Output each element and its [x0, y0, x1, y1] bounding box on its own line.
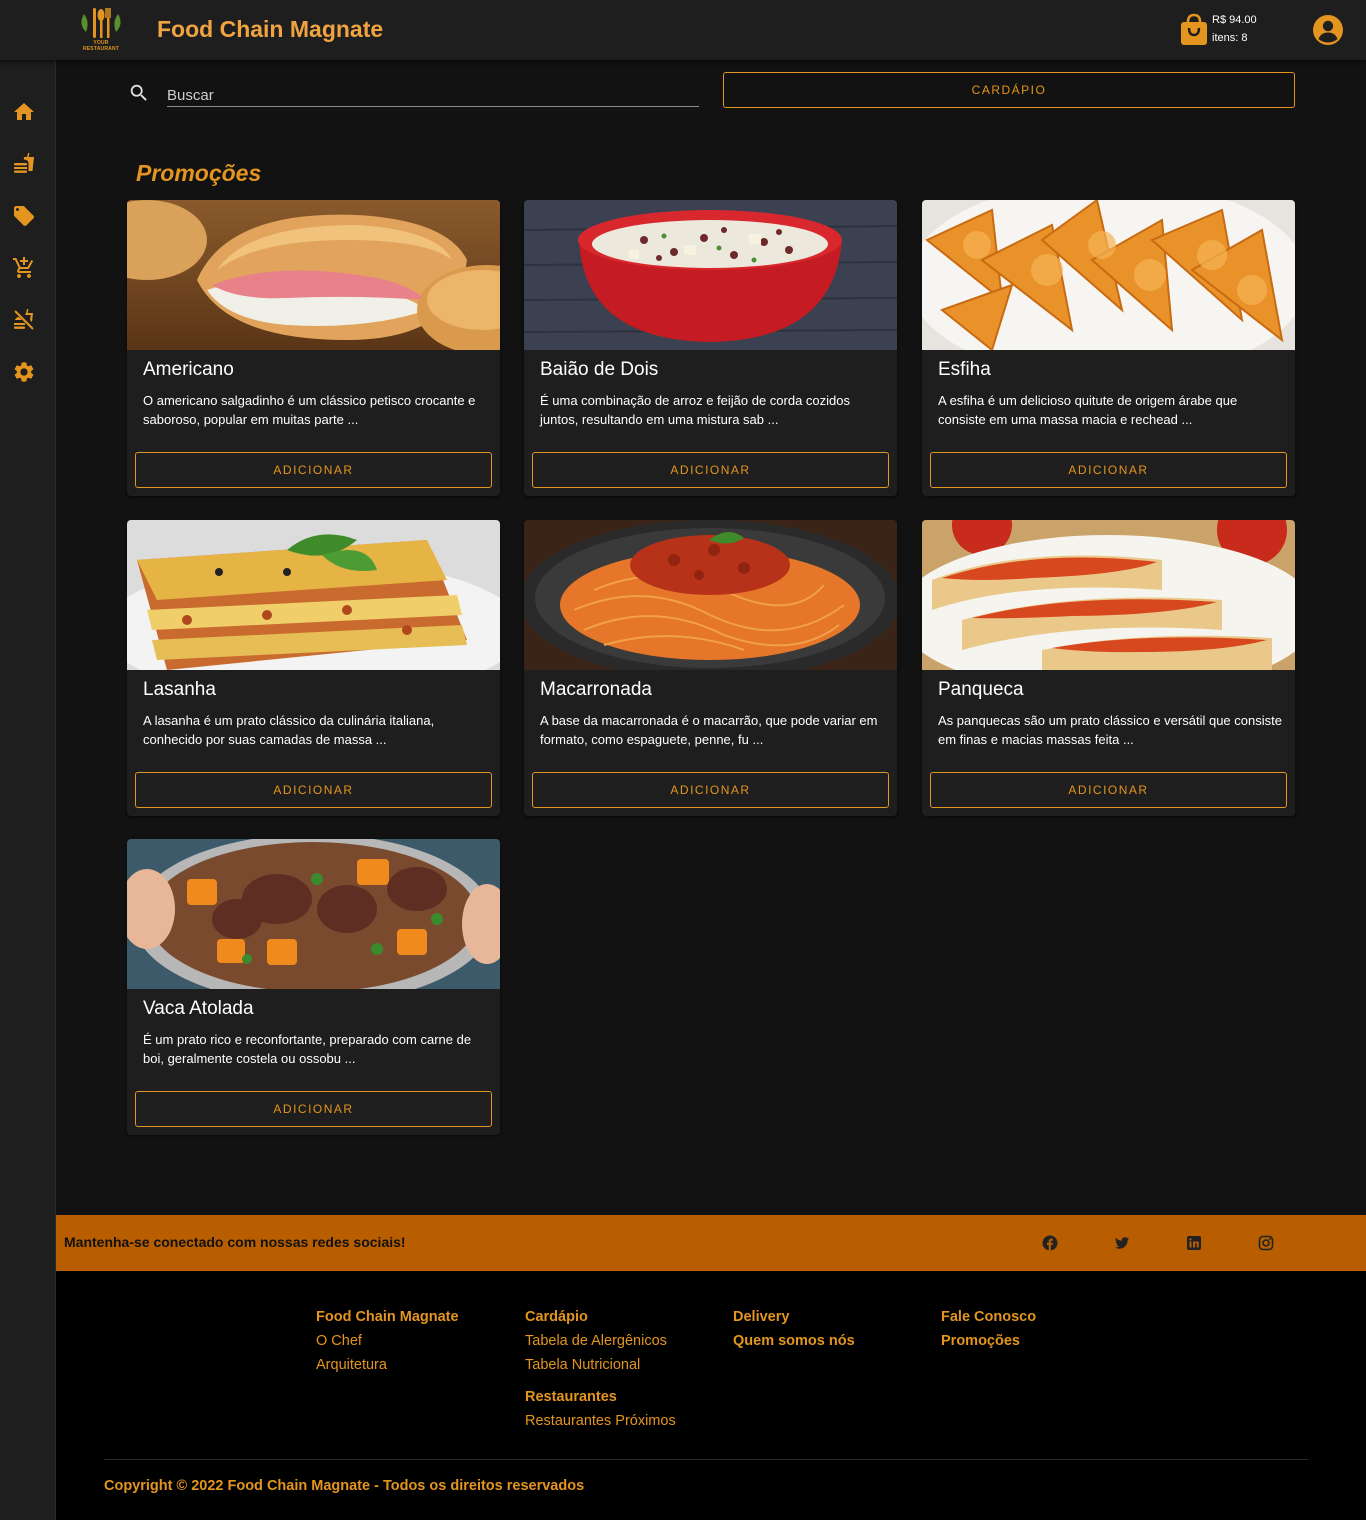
shopping-bag-icon: [1181, 13, 1207, 45]
add-to-cart-button[interactable]: ADICIONAR: [135, 1091, 492, 1127]
product-card: Baião de Dois É uma combinação de arroz …: [524, 200, 897, 496]
add-to-cart-button[interactable]: ADICIONAR: [532, 452, 889, 488]
footer-column: Food Chain Magnate O Chef Arquitetura: [316, 1305, 459, 1377]
product-description: A lasanha é um prato clássico da culinár…: [143, 713, 435, 747]
app-title[interactable]: Food Chain Magnate: [157, 16, 383, 43]
add-shopping-cart-icon: [13, 257, 34, 278]
sidebar-item-promotions[interactable]: [12, 204, 36, 228]
search-icon: [130, 84, 147, 101]
menu-button[interactable]: CARDÁPIO: [723, 72, 1295, 108]
linkedin-link[interactable]: [1186, 1235, 1202, 1251]
twitter-link[interactable]: [1114, 1235, 1130, 1251]
copyright: Copyright © 2022 Food Chain Magnate - To…: [104, 1478, 585, 1494]
product-card: Lasanha A lasanha é um prato clássico da…: [127, 520, 500, 816]
tag-icon: [14, 206, 34, 226]
cart-total: R$ 94.00: [1212, 14, 1257, 26]
product-card: Macarronada A base da macarronada é o ma…: [524, 520, 897, 816]
footer-link[interactable]: Arquitetura: [316, 1353, 459, 1377]
product-card: Esfiha A esfiha é um delicioso quitute d…: [922, 200, 1295, 496]
product-title: Macarronada: [540, 679, 652, 700]
logo-text: YOUR RESTAURANT: [82, 40, 120, 52]
twitter-icon: [1115, 1237, 1129, 1249]
add-to-cart-button[interactable]: ADICIONAR: [135, 452, 492, 488]
product-title: Americano: [143, 359, 234, 380]
product-image: [922, 200, 1295, 350]
product-description: É um prato rico e reconfortante, prepara…: [143, 1032, 472, 1066]
footer-link[interactable]: Tabela Nutricional: [525, 1353, 676, 1377]
footer-link[interactable]: Promoções: [941, 1329, 1036, 1353]
footer-link[interactable]: Tabela de Alergênicos: [525, 1329, 676, 1353]
footer-link[interactable]: Quem somos nós: [733, 1329, 855, 1353]
product-description: A esfiha é um delicioso quitute de orige…: [938, 393, 1238, 427]
fastfood-icon: [14, 153, 34, 173]
restaurant-logo[interactable]: YOUR RESTAURANT: [76, 6, 126, 52]
product-image: [524, 520, 897, 670]
cart-summary[interactable]: R$ 94.00 itens: 8: [1180, 12, 1270, 48]
product-card: Vaca Atolada É um prato rico e reconfort…: [127, 839, 500, 1135]
sidebar-item-cart[interactable]: [12, 256, 36, 280]
add-to-cart-button[interactable]: ADICIONAR: [135, 772, 492, 808]
sidebar-item-home[interactable]: [12, 100, 36, 124]
product-image: [127, 520, 500, 670]
footer-link[interactable]: Cardápio: [525, 1305, 676, 1329]
product-title: Esfiha: [938, 359, 991, 380]
footer-column: Cardápio Tabela de Alergênicos Tabela Nu…: [525, 1305, 676, 1433]
section-title: Promoções: [136, 160, 262, 186]
gear-icon: [14, 362, 34, 382]
product-title: Vaca Atolada: [143, 998, 254, 1019]
footer-link[interactable]: Restaurantes: [525, 1385, 676, 1409]
facebook-link[interactable]: [1042, 1235, 1058, 1251]
sidebar-item-settings[interactable]: [12, 360, 36, 384]
account-circle-icon[interactable]: [1312, 14, 1344, 46]
footer-column: Fale Conosco Promoções: [941, 1305, 1036, 1353]
footer-link[interactable]: Food Chain Magnate: [316, 1305, 459, 1329]
product-description: É uma combinação de arroz e feijão de co…: [540, 393, 851, 427]
home-icon: [14, 103, 34, 120]
social-text: Mantenha-se conectado com nossas redes s…: [64, 1234, 406, 1250]
linkedin-icon: [1187, 1236, 1201, 1250]
product-title: Baião de Dois: [540, 359, 659, 380]
footer-divider: [104, 1459, 1308, 1460]
cart-item-count: itens: 8: [1212, 32, 1248, 44]
add-to-cart-button[interactable]: ADICIONAR: [930, 452, 1287, 488]
product-description: As panquecas são um prato clássico e ver…: [938, 713, 1282, 747]
facebook-icon: [1042, 1235, 1058, 1251]
product-description: O americano salgadinho é um clássico pet…: [143, 393, 476, 427]
add-to-cart-button[interactable]: ADICIONAR: [930, 772, 1287, 808]
instagram-link[interactable]: [1258, 1235, 1274, 1251]
product-description: A base da macarronada é o macarrão, que …: [540, 713, 878, 747]
footer-link[interactable]: Delivery: [733, 1305, 855, 1329]
product-card: Panqueca As panquecas são um prato cláss…: [922, 520, 1295, 816]
product-card: Americano O americano salgadinho é um cl…: [127, 200, 500, 496]
sidebar-item-fastfood[interactable]: [12, 152, 36, 176]
footer-link[interactable]: Fale Conosco: [941, 1305, 1036, 1329]
top-app-bar: YOUR RESTAURANT Food Chain Magnate R$ 94…: [0, 0, 1366, 60]
footer-link[interactable]: O Chef: [316, 1329, 459, 1353]
add-to-cart-button[interactable]: ADICIONAR: [532, 772, 889, 808]
product-image: [922, 520, 1295, 670]
product-title: Panqueca: [938, 679, 1024, 700]
sidebar: [0, 60, 56, 1520]
footer-link[interactable]: Restaurantes Próximos: [525, 1409, 676, 1433]
product-title: Lasanha: [143, 679, 216, 700]
search-input[interactable]: [167, 80, 699, 107]
product-image: [524, 200, 897, 350]
social-bar: Mantenha-se conectado com nossas redes s…: [56, 1215, 1366, 1271]
no-food-icon: [14, 309, 34, 330]
product-image: [127, 839, 500, 989]
footer-column: Delivery Quem somos nós: [733, 1305, 855, 1353]
instagram-icon: [1258, 1235, 1274, 1251]
product-image: [127, 200, 500, 350]
sidebar-item-no-food[interactable]: [12, 308, 36, 332]
footer: Food Chain Magnate O Chef Arquitetura Ca…: [56, 1271, 1366, 1520]
